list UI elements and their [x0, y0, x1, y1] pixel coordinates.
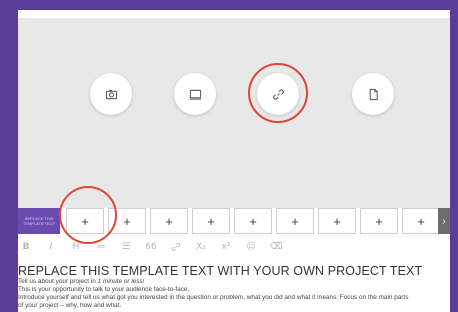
add-slide-button[interactable]: + — [402, 208, 440, 234]
screen-icon — [189, 89, 201, 100]
heading-button[interactable]: H — [68, 239, 84, 255]
add-slide-button[interactable]: + — [234, 208, 272, 234]
clear-format-button[interactable]: ⌫ — [268, 239, 284, 255]
quote-button[interactable]: 66 — [143, 239, 159, 255]
chevron-right-icon[interactable]: › — [438, 208, 450, 234]
editor-line: Introduce yourself and tell us what got … — [18, 294, 409, 301]
link-format-button[interactable] — [168, 239, 184, 255]
editor-line-text: Tell us about your project in — [18, 278, 98, 285]
link-icon — [171, 243, 181, 251]
italic-button[interactable]: I — [43, 239, 59, 255]
media-upload-area — [10, 18, 450, 208]
file-button[interactable] — [352, 73, 394, 115]
subscript-button[interactable]: X₂ — [193, 239, 209, 255]
add-slide-button[interactable]: + — [108, 208, 146, 234]
slide-thumbnail-title: REPLACE THIS TEMPLATE TEXT — [22, 216, 56, 226]
superscript-button[interactable]: x² — [218, 239, 234, 255]
editor-line: This is your opportunity to talk to your… — [18, 286, 190, 293]
add-slide-button[interactable]: + — [66, 208, 104, 234]
emoji-button[interactable]: ☺ — [243, 239, 259, 255]
add-slide-button[interactable]: + — [192, 208, 230, 234]
add-slide-button[interactable]: + — [276, 208, 314, 234]
text-format-toolbar: B I H ≔ ☰ 66 X₂ x² ☺ ⌫ — [18, 238, 448, 256]
link-icon — [272, 88, 284, 100]
camera-icon — [105, 89, 117, 99]
text-editor[interactable]: REPLACE THIS TEMPLATE TEXT WITH YOUR OWN… — [18, 258, 448, 312]
link-button[interactable] — [257, 73, 299, 115]
add-slide-button[interactable]: + — [318, 208, 356, 234]
slide-thumbnail[interactable]: REPLACE THIS TEMPLATE TEXT — [18, 208, 60, 234]
add-slide-button[interactable]: + — [150, 208, 188, 234]
bullet-list-button[interactable]: ☰ — [118, 239, 134, 255]
editor-line: Tell us about your project in 1 minute o… — [18, 278, 448, 286]
slide-strip: REPLACE THIS TEMPLATE TEXT + + + + + + +… — [18, 186, 450, 244]
editor-line-emphasis: 1 minute or less! — [97, 278, 145, 285]
file-icon — [369, 88, 378, 100]
screen-button[interactable] — [174, 73, 216, 115]
editor-line: of your project – why, how and what. — [18, 302, 122, 309]
ordered-list-button[interactable]: ≔ — [93, 239, 109, 255]
camera-button[interactable] — [90, 73, 132, 115]
page-edge — [10, 10, 18, 312]
add-slide-button[interactable]: + — [360, 208, 398, 234]
editor-title: REPLACE THIS TEMPLATE TEXT WITH YOUR OWN… — [18, 264, 423, 278]
bold-button[interactable]: B — [18, 239, 34, 255]
top-strip — [10, 10, 450, 18]
